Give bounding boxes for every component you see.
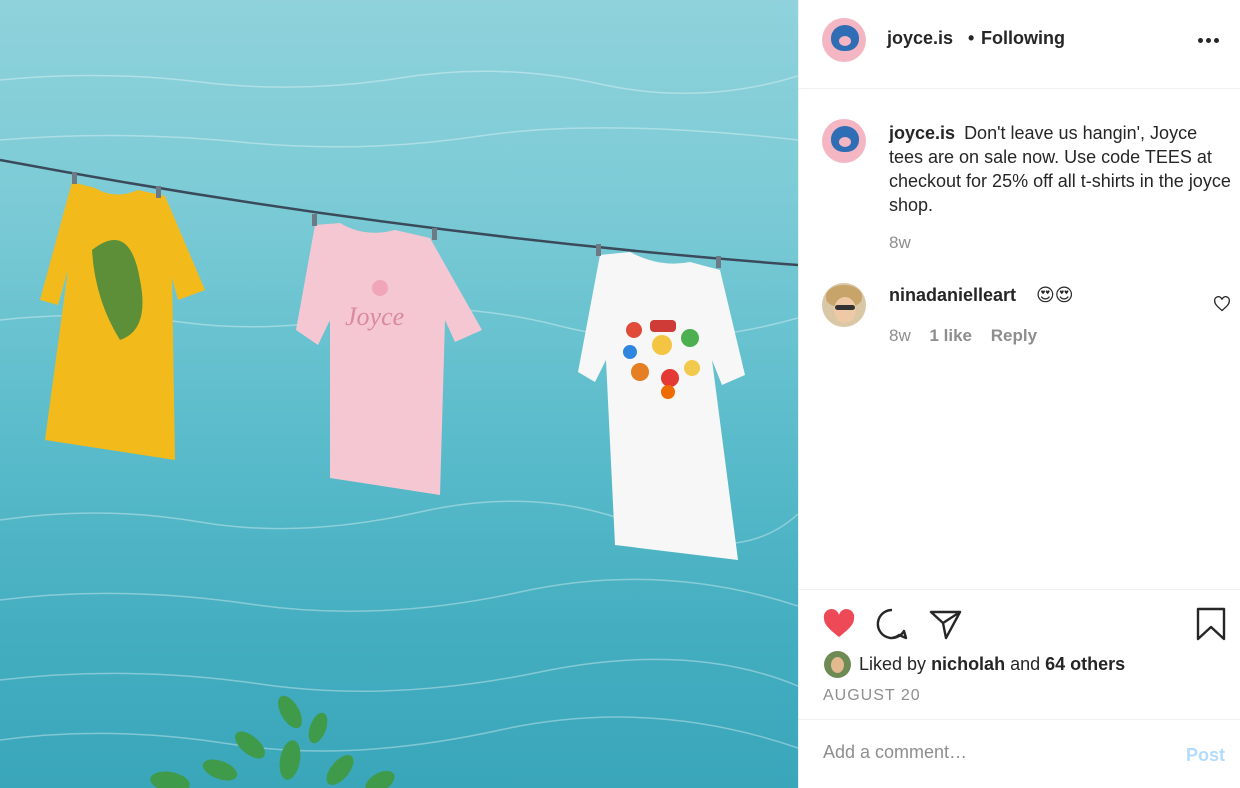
post-photo-illustration: Joyce: [0, 70, 798, 788]
caption-timestamp[interactable]: 8w: [889, 233, 911, 253]
author-avatar[interactable]: [822, 18, 866, 62]
following-button[interactable]: Following: [981, 28, 1065, 49]
post-caption: joyce.is Don't leave us hangin', Joyce t…: [889, 121, 1234, 217]
comments-section: joyce.is Don't leave us hangin', Joyce t…: [799, 90, 1240, 588]
comment-input[interactable]: [823, 742, 1163, 763]
reply-button[interactable]: Reply: [991, 326, 1037, 345]
comment-likes[interactable]: 1 like: [929, 326, 972, 345]
send-icon[interactable]: [927, 606, 963, 642]
post-actions: Liked by nicholah and 64 others AUGUST 2…: [799, 589, 1240, 719]
liked-by-user[interactable]: nicholah: [931, 654, 1005, 674]
liked-by-join: and: [1010, 654, 1041, 674]
post-image[interactable]: Joyce: [0, 0, 798, 788]
liked-by-avatar[interactable]: [824, 651, 851, 678]
heart-filled-icon[interactable]: [821, 606, 857, 642]
author-username[interactable]: joyce.is: [887, 28, 953, 49]
caption-author-username[interactable]: joyce.is: [889, 123, 955, 143]
comment-text: 😍😍: [1036, 285, 1074, 305]
liked-by-text: Liked by nicholah and 64 others: [859, 654, 1125, 675]
comment-icon[interactable]: [874, 606, 910, 642]
post-sidebar: joyce.is • Following joyce.is Don't leav…: [798, 0, 1240, 788]
pink-tshirt: Joyce: [296, 223, 482, 495]
commenter-avatar[interactable]: [822, 283, 866, 327]
comment-timestamp[interactable]: 8w: [889, 326, 911, 345]
post-comment-button[interactable]: Post: [1186, 745, 1225, 766]
comment-meta: 8w 1 like Reply: [889, 326, 1037, 346]
post-date[interactable]: AUGUST 20: [823, 687, 921, 705]
follow-separator: •: [968, 28, 975, 48]
bookmark-icon[interactable]: [1193, 606, 1229, 642]
liked-by-others[interactable]: 64 others: [1045, 654, 1125, 674]
yellow-tshirt: [40, 182, 205, 460]
post-header: joyce.is • Following: [799, 0, 1240, 89]
commenter-username[interactable]: ninadanielleart: [889, 285, 1016, 306]
liked-by-prefix: Liked by: [859, 654, 927, 674]
svg-text:Joyce: Joyce: [345, 302, 404, 331]
more-options-icon[interactable]: [1198, 30, 1224, 50]
comment-like-heart-icon[interactable]: [1213, 296, 1231, 312]
add-comment-bar: Post: [799, 719, 1240, 788]
caption-author-avatar[interactable]: [822, 119, 866, 163]
